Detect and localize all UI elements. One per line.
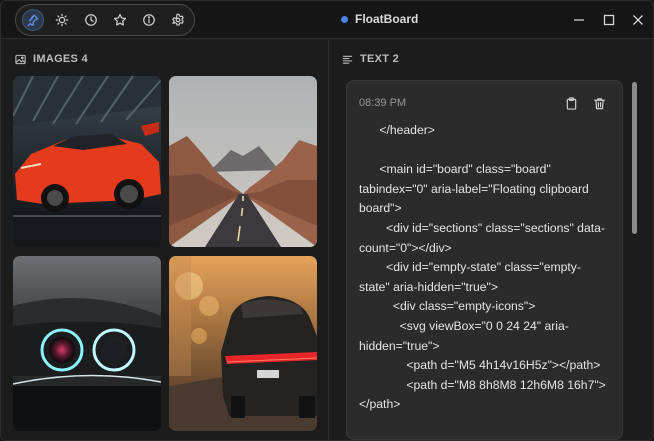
theme-button[interactable] <box>51 9 73 31</box>
clock-icon <box>85 14 97 26</box>
minimize-button[interactable] <box>571 12 587 28</box>
image-thumbnail-1[interactable] <box>13 76 161 247</box>
images-panel: IMAGES 4 <box>1 40 329 440</box>
history-button[interactable] <box>80 9 102 31</box>
image-thumbnail-4[interactable] <box>169 256 317 431</box>
info-icon <box>143 14 155 26</box>
text-scrollbar[interactable] <box>632 82 637 234</box>
text-header-label: TEXT 2 <box>360 53 400 65</box>
app-title: FloatBoard <box>341 12 418 26</box>
image-icon <box>15 54 26 64</box>
images-header-label: IMAGES 4 <box>33 53 88 65</box>
car-photo-image <box>13 76 161 247</box>
images-header: IMAGES 4 <box>15 53 88 65</box>
pin-icon <box>27 14 39 27</box>
text-clip-card[interactable]: 08:39 PM </header> <main id="board" clas… <box>346 80 623 440</box>
minimize-icon <box>574 19 584 21</box>
taillights-photo-image <box>169 256 317 431</box>
clip-timestamp: 08:39 PM <box>359 97 407 109</box>
settings-button[interactable] <box>167 9 189 31</box>
toolbar <box>15 4 195 36</box>
clip-text-content[interactable]: </header> <main id="board" class="board"… <box>359 121 609 415</box>
pin-button[interactable] <box>22 9 44 31</box>
favorites-button[interactable] <box>109 9 131 31</box>
road-photo-image <box>169 76 317 247</box>
app-window: FloatBoard IMAGES 4 TEXT 2 08:39 PM </he… <box>0 0 654 441</box>
text-panel: TEXT 2 08:39 PM </header> <main id="boar… <box>330 40 653 440</box>
title-bar[interactable]: FloatBoard <box>1 1 653 39</box>
status-dot <box>341 15 348 23</box>
trash-icon <box>593 97 605 109</box>
maximize-button[interactable] <box>601 12 617 28</box>
gear-icon <box>172 13 184 26</box>
clipboard-icon <box>566 96 576 110</box>
headlights-photo-image <box>13 256 161 431</box>
delete-button[interactable] <box>591 95 607 111</box>
image-thumbnail-2[interactable] <box>169 76 317 247</box>
info-button[interactable] <box>138 9 160 31</box>
text-lines-icon <box>342 55 353 64</box>
star-icon <box>113 13 127 26</box>
close-icon <box>633 15 643 25</box>
app-title-text: FloatBoard <box>355 12 419 26</box>
copy-button[interactable] <box>563 95 579 111</box>
text-header: TEXT 2 <box>342 53 399 65</box>
image-thumbnail-3[interactable] <box>13 256 161 431</box>
maximize-icon <box>603 14 615 26</box>
sun-icon <box>55 13 69 27</box>
close-button[interactable] <box>630 12 646 28</box>
